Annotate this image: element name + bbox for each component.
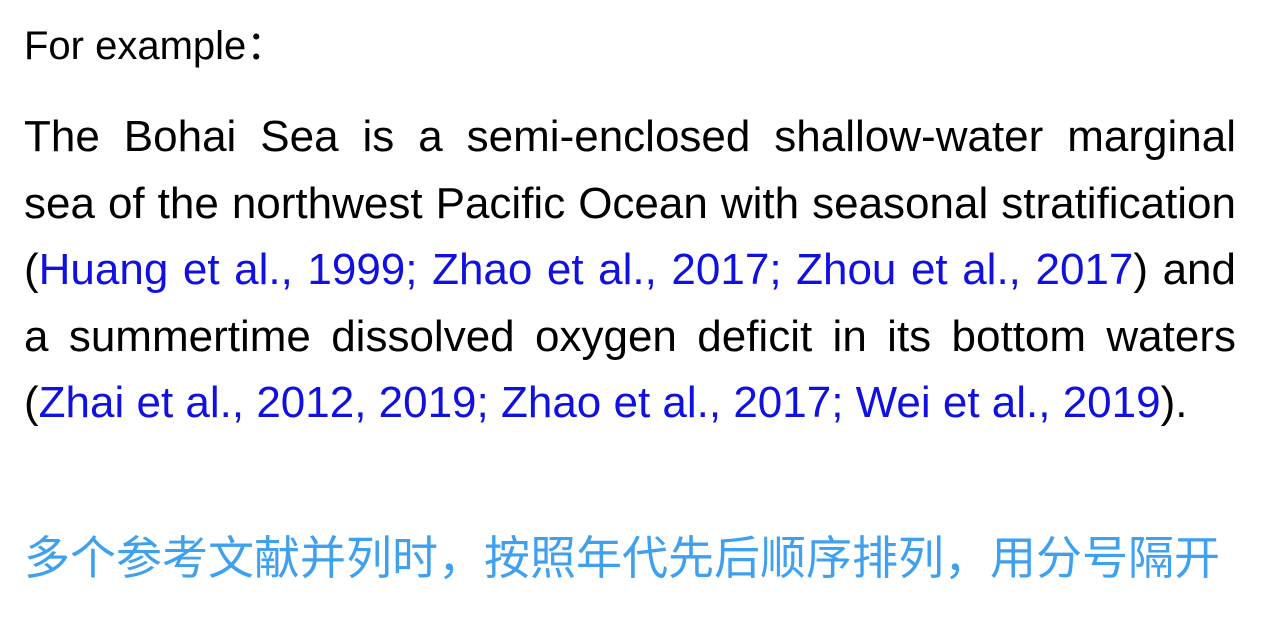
paragraph-text-3: ). (1160, 378, 1188, 427)
example-heading: For example： (24, 24, 287, 68)
citation-group-2: Zhai et al., 2012, 2019; Zhao et al., 20… (38, 378, 1161, 427)
citation-group-1: Huang et al., 1999; Zhao et al., 2017; Z… (38, 245, 1134, 294)
example-paragraph: The Bohai Sea is a semi-enclosed shallow… (24, 104, 1236, 437)
citation-rule-note: 多个参考文献并列时，按照年代先后顺序排列，用分号隔开 (24, 531, 1220, 585)
